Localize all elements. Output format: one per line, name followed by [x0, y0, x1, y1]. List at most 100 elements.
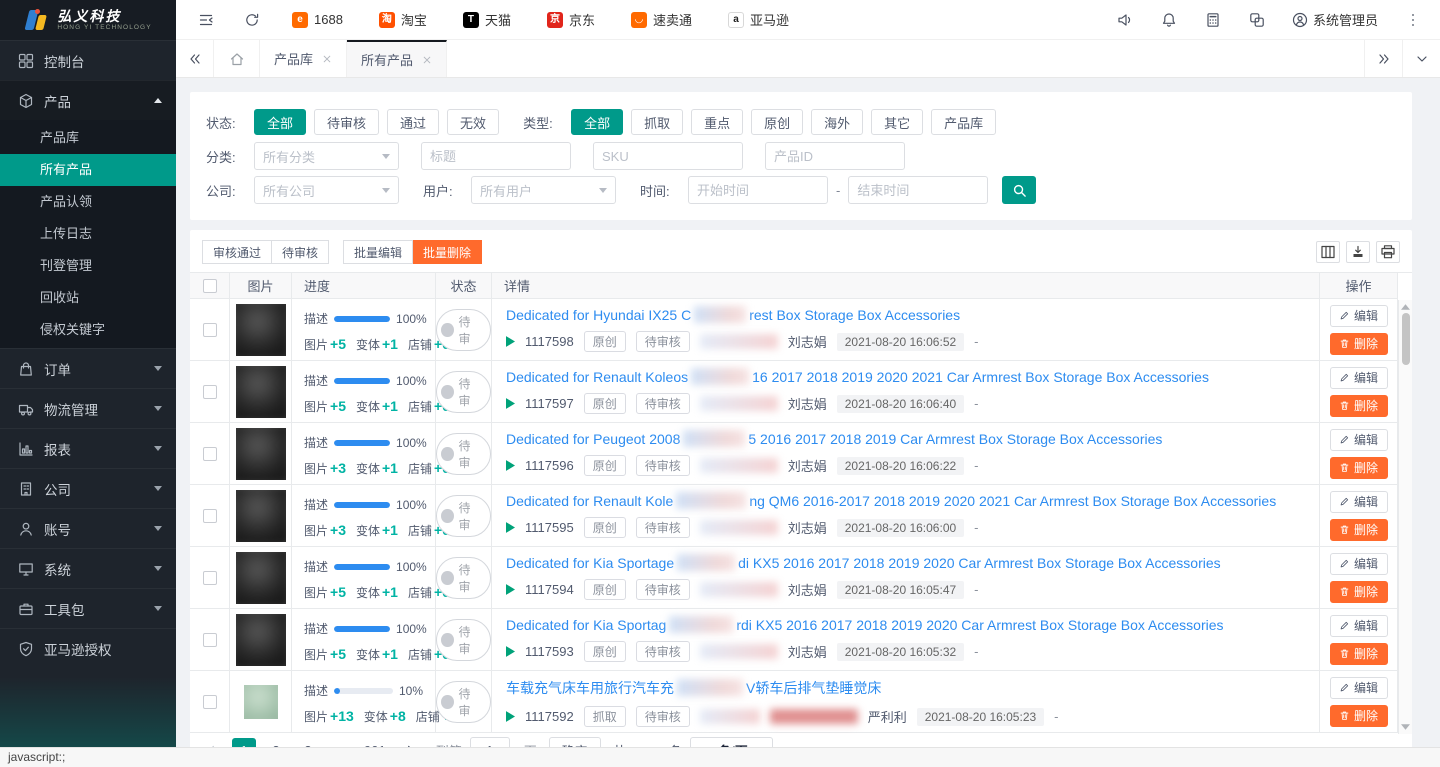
batch-edit-button[interactable]: 批量编辑 — [343, 240, 413, 264]
company-select[interactable]: 所有公司 — [254, 176, 399, 204]
prev-page-button[interactable] — [200, 738, 224, 747]
marketplace-taobao[interactable]: 淘淘宝 — [379, 10, 427, 29]
edit-button[interactable]: 编辑 — [1330, 553, 1388, 575]
row-checkbox[interactable] — [203, 633, 217, 647]
sidebar-subitem-product-claim[interactable]: 产品认领 — [0, 186, 176, 218]
sidebar-subitem-recycle-bin[interactable]: 回收站 — [0, 282, 176, 314]
user-select[interactable]: 所有用户 — [471, 176, 616, 204]
product-image[interactable] — [244, 685, 278, 719]
sidebar-subitem-upload-log[interactable]: 上传日志 — [0, 218, 176, 250]
home-tab[interactable] — [214, 40, 260, 77]
row-checkbox[interactable] — [203, 447, 217, 461]
close-icon[interactable] — [322, 54, 332, 64]
set-pending-button[interactable]: 待审核 — [272, 240, 329, 264]
product-image[interactable] — [236, 304, 286, 356]
edit-button[interactable]: 编辑 — [1330, 305, 1388, 327]
column-settings-button[interactable] — [1316, 241, 1340, 263]
print-button[interactable] — [1376, 241, 1400, 263]
product-title-link[interactable]: 车载充气床车用旅行汽车充V轿车后排气垫睡觉床 — [506, 680, 881, 696]
batch-delete-button[interactable]: 批量删除 — [413, 240, 482, 264]
goto-confirm-button[interactable]: 确定 — [549, 737, 601, 747]
caret-up-icon[interactable] — [1401, 304, 1410, 310]
sidebar-subitem-all-products[interactable]: 所有产品 — [0, 154, 176, 186]
delete-button[interactable]: 删除 — [1330, 395, 1388, 417]
sidebar-item-dashboard[interactable]: 控制台 — [0, 40, 176, 80]
status-filter-option-1[interactable]: 待审核 — [314, 109, 379, 135]
user-menu[interactable]: 系统管理员 — [1284, 10, 1386, 29]
sidebar-item-products[interactable]: 产品 — [0, 80, 176, 120]
sidebar-item-company[interactable]: 公司 — [0, 468, 176, 508]
approve-button[interactable]: 审核通过 — [202, 240, 272, 264]
play-icon[interactable] — [506, 711, 515, 722]
product-image[interactable] — [236, 366, 286, 418]
more-menu-button[interactable] — [1396, 0, 1430, 40]
page-button-1[interactable]: 1 — [232, 738, 256, 747]
delete-button[interactable]: 删除 — [1330, 333, 1388, 355]
status-filter-option-0[interactable]: 全部 — [254, 109, 306, 135]
collapse-sidebar-button[interactable] — [188, 0, 224, 40]
type-filter-option-0[interactable]: 全部 — [571, 109, 623, 135]
play-icon[interactable] — [506, 646, 515, 657]
table-scrollbar[interactable] — [1398, 300, 1412, 734]
row-checkbox[interactable] — [203, 509, 217, 523]
play-icon[interactable] — [506, 398, 515, 409]
goto-page-input[interactable] — [470, 737, 510, 747]
product-title-link[interactable]: Dedicated for Kia Sportagedi KX5 2016 20… — [506, 555, 1221, 571]
notifications-button[interactable] — [1152, 0, 1186, 40]
type-filter-option-6[interactable]: 产品库 — [931, 109, 996, 135]
delete-button[interactable]: 删除 — [1330, 705, 1388, 727]
play-icon[interactable] — [506, 460, 515, 471]
marketplace-jd[interactable]: 京京东 — [547, 10, 595, 29]
play-icon[interactable] — [506, 336, 515, 347]
sidebar-subitem-product-library[interactable]: 产品库 — [0, 122, 176, 154]
type-filter-option-3[interactable]: 原创 — [751, 109, 803, 135]
delete-button[interactable]: 删除 — [1330, 581, 1388, 603]
marketplace-aliexpress[interactable]: ◡速卖通 — [631, 10, 692, 29]
tab-product-library[interactable]: 产品库 — [260, 40, 347, 77]
type-filter-option-2[interactable]: 重点 — [691, 109, 743, 135]
delete-button[interactable]: 删除 — [1330, 643, 1388, 665]
sidebar-item-logistics[interactable]: 物流管理 — [0, 388, 176, 428]
sidebar-item-orders[interactable]: 订单 — [0, 348, 176, 388]
play-icon[interactable] — [506, 522, 515, 533]
sidebar-item-accounts[interactable]: 账号 — [0, 508, 176, 548]
tabs-scroll-right-button[interactable] — [1364, 40, 1402, 77]
product-id-input[interactable] — [765, 142, 905, 170]
category-select[interactable]: 所有分类 — [254, 142, 399, 170]
exchange-button[interactable] — [1240, 0, 1274, 40]
product-title-link[interactable]: Dedicated for Renault Koleos16 2017 2018… — [506, 369, 1209, 385]
product-image[interactable] — [236, 490, 286, 542]
title-input[interactable] — [421, 142, 571, 170]
edit-button[interactable]: 编辑 — [1330, 491, 1388, 513]
search-button[interactable] — [1002, 176, 1036, 204]
close-icon[interactable] — [422, 55, 432, 65]
export-button[interactable] — [1346, 241, 1370, 263]
sidebar-item-toolkit[interactable]: 工具包 — [0, 588, 176, 628]
product-title-link[interactable]: Dedicated for Renault Koleng QM6 2016-20… — [506, 493, 1276, 509]
product-image[interactable] — [236, 614, 286, 666]
row-checkbox[interactable] — [203, 695, 217, 709]
delete-button[interactable]: 删除 — [1330, 519, 1388, 541]
scrollbar-thumb[interactable] — [1402, 313, 1410, 365]
start-time-input[interactable] — [688, 176, 828, 204]
row-checkbox[interactable] — [203, 385, 217, 399]
status-filter-option-2[interactable]: 通过 — [387, 109, 439, 135]
page-button-901[interactable]: 901 — [360, 738, 390, 747]
type-filter-option-1[interactable]: 抓取 — [631, 109, 683, 135]
page-button-3[interactable]: 3 — [296, 738, 320, 747]
edit-button[interactable]: 编辑 — [1330, 615, 1388, 637]
type-filter-option-4[interactable]: 海外 — [811, 109, 863, 135]
sidebar-subitem-infringing-keywords[interactable]: 侵权关键字 — [0, 314, 176, 346]
marketplace-amazon[interactable]: a亚马逊 — [728, 10, 789, 29]
status-filter-option-3[interactable]: 无效 — [447, 109, 499, 135]
sidebar-item-amazon-auth[interactable]: 亚马逊授权 — [0, 628, 176, 668]
marketplace-tmall[interactable]: T天猫 — [463, 10, 511, 29]
next-page-button[interactable] — [398, 738, 422, 747]
edit-button[interactable]: 编辑 — [1330, 677, 1388, 699]
edit-button[interactable]: 编辑 — [1330, 429, 1388, 451]
page-button-2[interactable]: 2 — [264, 738, 288, 747]
page-size-select[interactable]: 90 条/页 — [690, 737, 773, 747]
play-icon[interactable] — [506, 584, 515, 595]
product-image[interactable] — [236, 428, 286, 480]
type-filter-option-5[interactable]: 其它 — [871, 109, 923, 135]
